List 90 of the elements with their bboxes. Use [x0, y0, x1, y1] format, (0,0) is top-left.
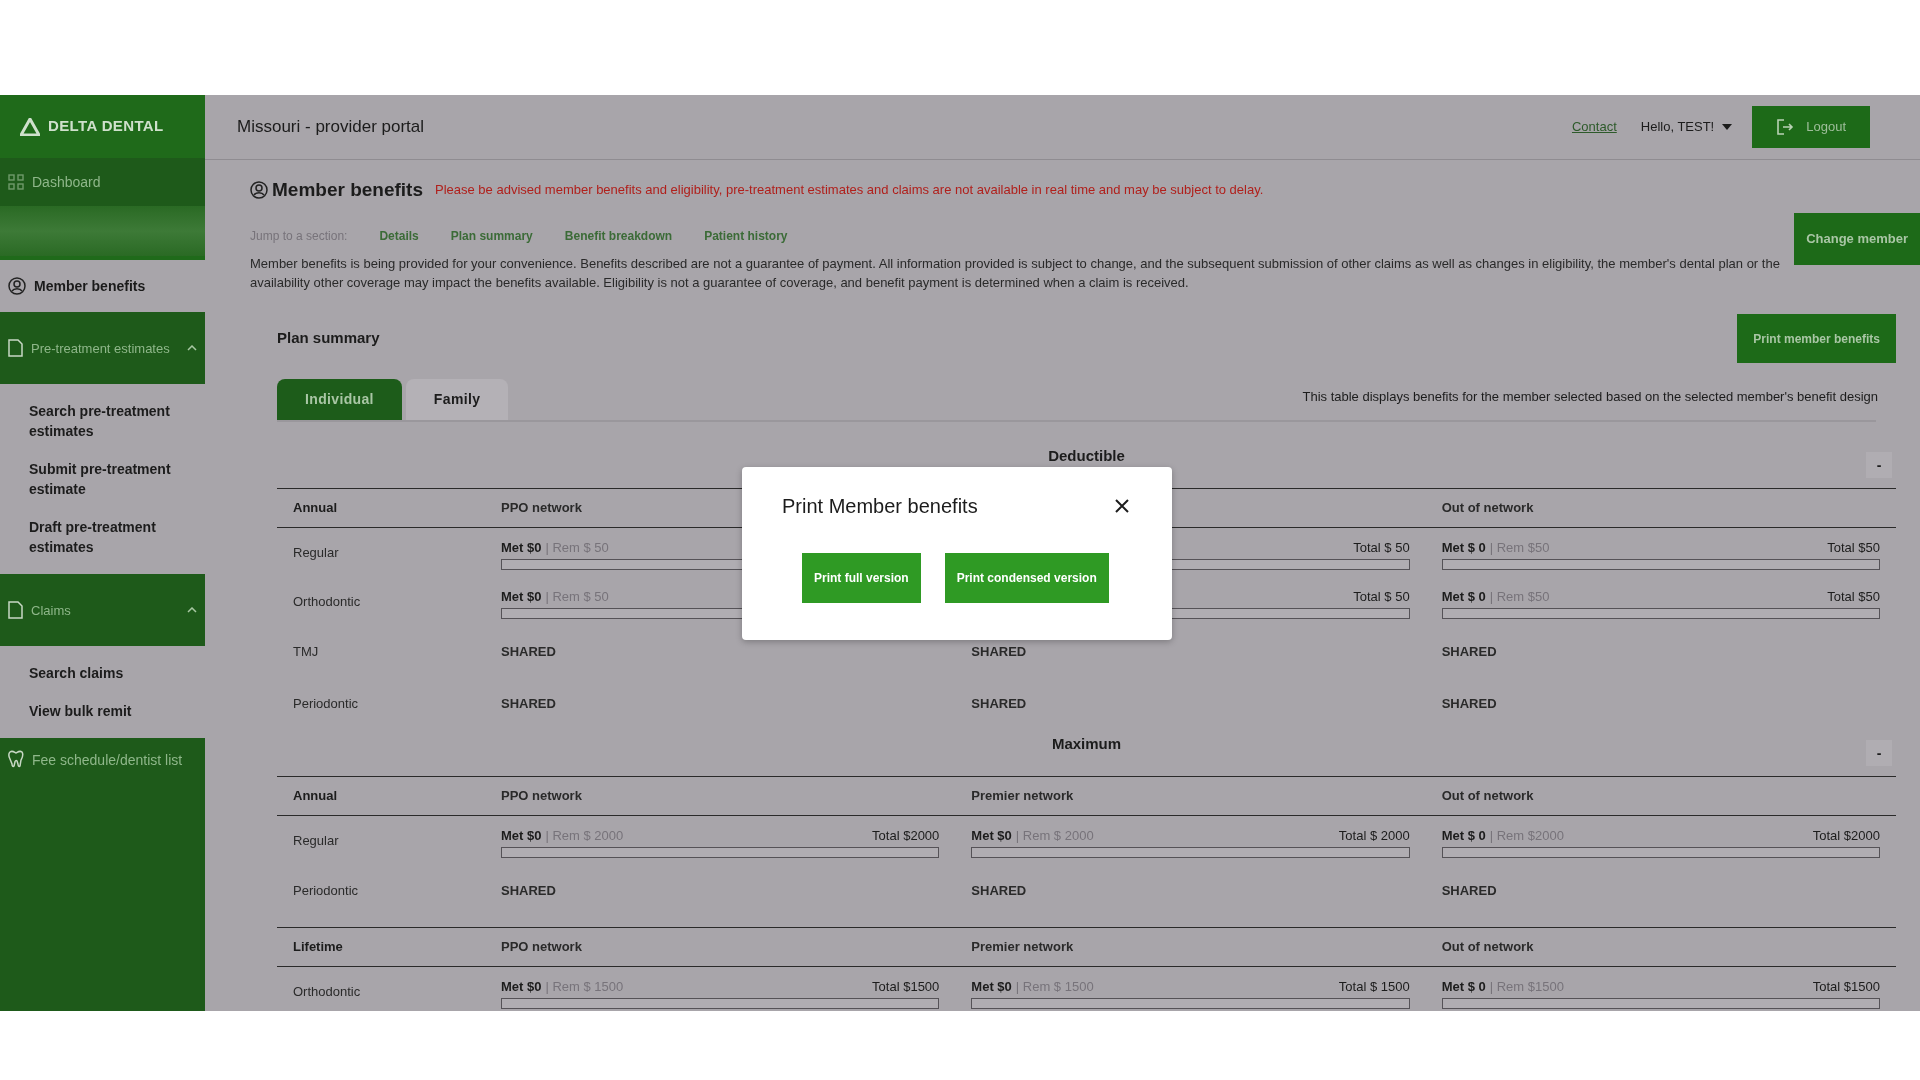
document-icon [8, 339, 23, 357]
met-amount: Met $0 [501, 977, 542, 996]
close-icon [1114, 498, 1130, 514]
collapse-button[interactable]: - [1866, 452, 1892, 478]
met-amount: Met $ 0 [1441, 587, 1486, 606]
total-amount: Total $50 [1827, 538, 1880, 557]
table-cell-text: SHARED [501, 643, 556, 662]
met-amount: Met $ 0 [1441, 977, 1486, 996]
dialog-title: Print Member benefits [782, 494, 978, 519]
sidebar-subitem[interactable]: Search claims [0, 654, 205, 692]
met-amount: Met $0 [971, 826, 1012, 845]
page-heading: Member benefits [272, 177, 423, 202]
row-label: Regular [293, 543, 340, 562]
column-header: Annual [293, 499, 339, 518]
column-header: PPO network [501, 499, 582, 518]
tab[interactable]: Family [405, 379, 509, 420]
column-header: PPO network [501, 787, 582, 806]
row-label: Orthodontic [293, 982, 362, 1001]
column-header: Lifetime [293, 938, 344, 957]
sidebar-subitem[interactable]: Search pre-treatment estimates [0, 392, 205, 450]
table-cell-text: SHARED [501, 882, 556, 901]
collapse-button[interactable]: - [1866, 740, 1892, 766]
column-header: Premier network [971, 787, 1074, 806]
jump-link[interactable]: Patient history [704, 227, 788, 245]
total-amount: Total $ 1500 [1338, 977, 1410, 996]
tab[interactable]: Individual [277, 379, 402, 420]
met-amount: Met $0 [501, 587, 542, 606]
notice-text: Please be advised member benefits and eligibility, pre-treatment estimates and claims are not available in real time and may be subject to delay. [435, 181, 1264, 200]
met-amount: Met $ 0 [1441, 826, 1486, 845]
sidebar-subitem[interactable]: View bulk remit [0, 692, 205, 730]
person-icon [8, 277, 26, 295]
section-title: Maximum [1051, 734, 1122, 754]
tooth-icon [8, 750, 24, 768]
logout-icon [1776, 118, 1795, 136]
chevron-up-icon [187, 345, 197, 351]
user-menu[interactable]: Hello, TEST! [1640, 117, 1733, 137]
table-cell-text: SHARED [971, 882, 1027, 901]
met-amount: Met $0 [971, 977, 1012, 996]
met-amount: Met $0 [501, 538, 542, 557]
sidebar-subitem[interactable]: Draft pre-treatment estimates [0, 508, 205, 566]
sidebar-subitem[interactable]: Submit pre-treatment estimate [0, 450, 205, 508]
jump-link[interactable]: Plan summary [450, 227, 533, 245]
column-header: Out of network [1441, 938, 1534, 957]
jump-link[interactable]: Details [379, 227, 419, 245]
print-button[interactable]: Print member benefits [1737, 314, 1896, 363]
total-amount: Total $1500 [872, 977, 940, 996]
print-option-button[interactable]: Print full version [802, 553, 921, 603]
total-amount: Total $ 50 [1353, 587, 1410, 606]
column-header: PPO network [501, 938, 582, 957]
caret-icon [1722, 124, 1733, 130]
column-header: Out of network [1441, 787, 1534, 806]
table-cell-text: SHARED [971, 695, 1027, 714]
document-icon [8, 601, 23, 619]
chevron-up-icon [187, 607, 197, 613]
row-label: Orthodontic [293, 592, 362, 611]
person-icon [250, 181, 268, 199]
print-option-button[interactable]: Print condensed version [944, 553, 1109, 603]
met-amount: Met $0 [501, 826, 542, 845]
change-member-button[interactable]: Change member [1794, 213, 1920, 265]
logout-button[interactable]: Logout [1752, 106, 1870, 148]
total-amount: Total $2000 [1812, 826, 1880, 845]
grid-icon [8, 174, 24, 190]
logo-icon [20, 117, 40, 136]
page-title: Missouri - provider portal [237, 116, 426, 139]
column-header: Annual [293, 787, 339, 806]
met-amount: Met $ 0 [1441, 538, 1486, 557]
table-cell-text: SHARED [1441, 882, 1497, 901]
column-header: Premier network [971, 938, 1074, 957]
section-title: Deductible [1048, 446, 1125, 466]
column-header: Out of network [1441, 499, 1534, 518]
total-amount: Total $1500 [1812, 977, 1880, 996]
table-note: This table displays benefits for the member selected based on the selected member's benefit design [1302, 387, 1878, 406]
table-cell-text: SHARED [501, 695, 556, 714]
sidebar-item[interactable]: Member benefits [0, 260, 205, 312]
row-label: Periodontic [293, 882, 360, 901]
logo-text: DELTA DENTAL [48, 116, 164, 137]
row-label: Regular [293, 831, 340, 850]
row-label: Periodontic [293, 695, 360, 714]
table-cell-text: SHARED [971, 643, 1027, 662]
row-label: TMJ [293, 643, 320, 662]
total-amount: Total $ 50 [1353, 538, 1410, 557]
jump-link[interactable]: Benefit breakdown [564, 227, 673, 245]
table-cell-text: SHARED [1441, 695, 1497, 714]
total-amount: Total $ 2000 [1338, 826, 1410, 845]
section-title: Plan summary [277, 328, 380, 349]
total-amount: Total $2000 [872, 826, 940, 845]
table-cell-text: SHARED [1441, 643, 1497, 662]
disclaimer-text: Member benefits is being provided for your convenience. Benefits described are not a guarantee of payment. All information provided is subject to change, and the subsequent submission of other claims as well as changes in eligibility, the member's dental plan or the availability other coverage may impact the benefits available. Eligibility is not a guarantee of coverage, and benefit payment is determined when a claim is received. [250, 255, 1781, 292]
contact-link[interactable]: Contact [1571, 117, 1617, 137]
total-amount: Total $50 [1827, 587, 1880, 606]
